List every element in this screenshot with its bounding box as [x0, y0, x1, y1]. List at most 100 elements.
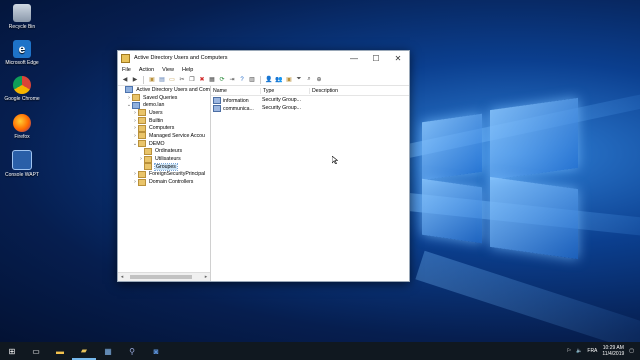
start-button[interactable]: ⊞ [0, 342, 24, 360]
new-group-icon[interactable]: 👥 [275, 76, 283, 84]
file-explorer-icon[interactable]: ▬ [48, 342, 72, 360]
copy-icon[interactable]: ❐ [188, 76, 196, 84]
tree-node[interactable]: › ForeignSecurityPrincipal [118, 170, 210, 179]
delete-icon[interactable]: ✖ [198, 76, 206, 84]
tree-node[interactable]: Groupes [118, 162, 210, 171]
menu-view[interactable]: View [162, 67, 174, 73]
new-user-icon[interactable]: 👤 [265, 76, 273, 84]
language-indicator[interactable]: FRA [587, 348, 597, 354]
menu-help[interactable]: Help [182, 67, 193, 73]
tree-node[interactable]: › Utilisateurs [118, 155, 210, 163]
firefox-icon [13, 114, 31, 132]
tree-pane[interactable]: Active Directory Users and Com › Saved Que… [118, 86, 211, 281]
tree-node-label: Groupes [154, 162, 178, 171]
tree-node[interactable]: › Managed Service Accou [118, 132, 210, 140]
up-folder-icon[interactable]: ▣ [148, 76, 156, 84]
desktop-icon-recycle-bin[interactable]: Recycle Bin [2, 4, 42, 30]
help-icon[interactable]: ? [238, 76, 246, 84]
desktop-icon-wapt[interactable]: Console WAPT [2, 150, 42, 178]
row-name: information [223, 97, 249, 104]
tree-node[interactable]: Active Directory Users and Com [118, 86, 210, 94]
console-content: Active Directory Users and Com › Saved Que… [118, 86, 409, 281]
folder-icon[interactable]: ▭ [168, 76, 176, 84]
maximize-button[interactable]: ☐ [365, 51, 387, 65]
row-type: Security Group... [262, 97, 301, 103]
server-manager-icon[interactable]: ▦ [96, 342, 120, 360]
table-row[interactable]: information Security Group... [211, 96, 409, 104]
scroll-right-icon[interactable]: ▸ [202, 274, 210, 280]
tree-node[interactable]: › Users [118, 109, 210, 117]
chrome-icon [13, 76, 31, 94]
close-button[interactable]: ✕ [387, 51, 409, 65]
folder-icon [138, 178, 146, 186]
desktop-icon-chrome[interactable]: Google Chrome [2, 76, 42, 102]
folder-icon [138, 117, 146, 125]
wallpaper-logo-pane [422, 113, 482, 181]
volume-icon[interactable]: 🔈 [576, 348, 582, 354]
tree-list: Active Directory Users and Com › Saved Que… [118, 86, 210, 273]
clock[interactable]: 10:29 AM 11/4/2019 [602, 345, 624, 357]
notifications-icon[interactable]: ▢ [629, 348, 634, 354]
folder-icon [132, 101, 140, 109]
scroll-thumb[interactable] [130, 275, 192, 279]
details-header: Name Type Description [211, 86, 409, 96]
tree-node-label: Saved Queries [143, 94, 178, 101]
folder-icon [138, 132, 146, 140]
folder-icon [144, 155, 152, 163]
desktop-icon-label: Console WAPT [5, 172, 39, 178]
tree-node[interactable]: › Computers [118, 124, 210, 132]
menu-bar: File Action View Help [118, 65, 409, 74]
menu-file[interactable]: File [122, 67, 131, 73]
network-tool-icon[interactable]: ⚲ [120, 342, 144, 360]
new-ou-icon[interactable]: ▣ [285, 76, 293, 84]
group-icon [213, 104, 221, 112]
wallpaper-beam [415, 250, 640, 342]
menu-action[interactable]: Action [139, 67, 154, 73]
group-icon [213, 96, 221, 104]
scroll-left-icon[interactable]: ◂ [118, 274, 126, 280]
folder-icon [138, 140, 146, 148]
console-icon[interactable]: ▥ [248, 76, 256, 84]
find-icon[interactable]: ⌕ [305, 76, 313, 84]
minimize-button[interactable]: — [343, 51, 365, 65]
tree-horizontal-scrollbar[interactable]: ◂ ▸ [118, 272, 210, 281]
column-header-type[interactable]: Type [261, 87, 310, 94]
tree-node[interactable]: › Saved Queries [118, 94, 210, 102]
cut-icon[interactable]: ✂ [178, 76, 186, 84]
add-to-group-icon[interactable]: ⊕ [315, 76, 323, 84]
folder-icon [138, 109, 146, 117]
desktop-icon-edge[interactable]: e Microsoft Edge [2, 40, 42, 66]
tree-node[interactable]: Ordinateurs [118, 147, 210, 156]
network-icon[interactable]: ⚐ [567, 348, 571, 354]
tree-node[interactable]: ⌄ demo.lan [118, 101, 210, 109]
folder-icon [138, 124, 146, 132]
tree-node-label: demo.lan [143, 102, 165, 109]
tree-node-label: Builtin [149, 117, 164, 124]
filter-icon[interactable]: ⏷ [295, 76, 303, 84]
title-bar[interactable]: Active Directory Users and Computers — ☐… [118, 51, 409, 65]
tree-node[interactable]: › Domain Controllers [118, 178, 210, 186]
details-pane[interactable]: Name Type Description information Securi… [211, 86, 409, 281]
desktop-icon-firefox[interactable]: Firefox [2, 114, 42, 140]
forward-icon[interactable]: ▶ [131, 76, 139, 84]
show-tree-icon[interactable]: ▤ [158, 76, 166, 84]
tree-node[interactable]: › Builtin [118, 117, 210, 125]
aduc-taskbar-icon[interactable]: ▰ [72, 342, 96, 360]
task-view-icon[interactable]: ▭ [24, 342, 48, 360]
refresh-icon[interactable]: ⟳ [218, 76, 226, 84]
taskbar: ⊞ ▭ ▬ ▰ ▦ ⚲ ◙ ⚐ 🔈 FRA 10:29 AM 11/4/2019… [0, 342, 640, 360]
wapt-taskbar-icon[interactable]: ◙ [144, 342, 168, 360]
folder-icon [144, 147, 152, 155]
tree-node[interactable]: ⌄ DEMO [118, 140, 210, 148]
aduc-window[interactable]: Active Directory Users and Computers — ☐… [117, 50, 410, 282]
table-row[interactable]: communica... Security Group... [211, 104, 409, 112]
wallpaper-logo-pane [422, 178, 482, 244]
column-header-name[interactable]: Name [211, 87, 261, 94]
back-icon[interactable]: ◀ [121, 76, 129, 84]
tree-node-label: Managed Service Accou [149, 132, 205, 139]
properties-icon[interactable]: ▦ [208, 76, 216, 84]
clock-date: 11/4/2019 [602, 351, 625, 357]
column-header-description[interactable]: Description [310, 88, 409, 94]
desktop-icon-label: Microsoft Edge [5, 60, 39, 66]
export-icon[interactable]: ⇥ [228, 76, 236, 84]
